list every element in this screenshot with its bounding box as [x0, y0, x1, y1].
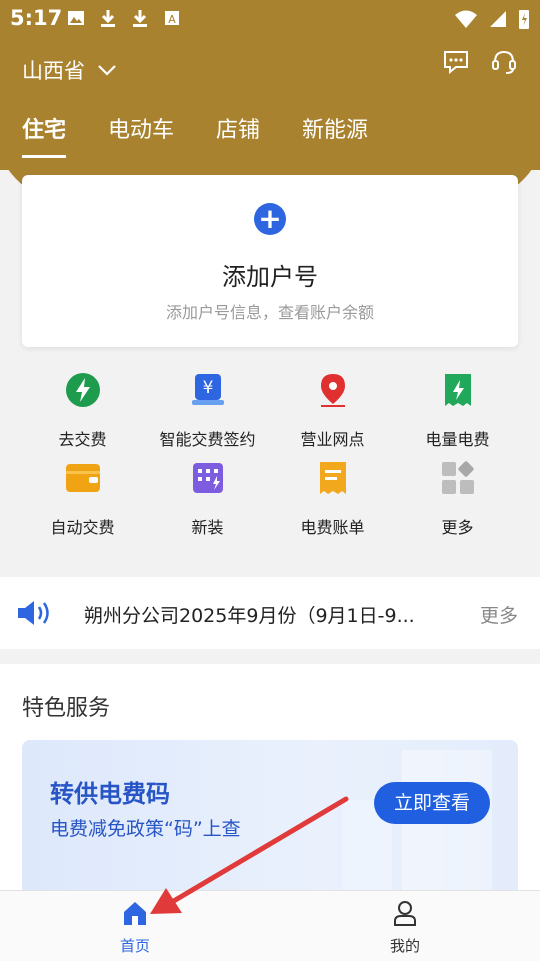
- profile-icon: [394, 901, 416, 926]
- notice-more-link[interactable]: 更多: [480, 601, 518, 628]
- service-label: 智能交费签约: [159, 430, 256, 449]
- status-notification-icons: A: [66, 8, 182, 28]
- promo-title: 转供电费码: [50, 780, 170, 808]
- status-system-icons: [454, 8, 530, 30]
- service-label: 新装: [191, 518, 224, 537]
- notice-bar[interactable]: 朔州分公司2025年9月份（9月1日-9... 更多: [0, 577, 540, 649]
- message-icon[interactable]: [442, 48, 470, 76]
- featured-services-section: 特色服务 转供电费码 电费减免政策“码”上查 立即查看: [0, 664, 540, 900]
- lightning-circle-icon: [65, 373, 100, 407]
- service-pay[interactable]: 去交费: [15, 372, 150, 450]
- customer-service-icon[interactable]: [490, 48, 518, 76]
- services-grid: 去交费 ¥ 智能交费签约 营业网点 电量电费 自动交费 新装 电费账单 更多: [0, 352, 540, 562]
- service-label: 更多: [441, 518, 474, 537]
- yen-card-icon: ¥: [191, 374, 224, 405]
- featured-services-title: 特色服务: [22, 696, 111, 721]
- wallet-icon: [65, 464, 100, 492]
- chevron-down-icon: [98, 65, 116, 76]
- status-bar: 5:17 A: [0, 0, 540, 36]
- header-actions: [442, 48, 518, 76]
- nav-mine-label: 我的: [389, 937, 420, 955]
- grid-more-icon: [441, 461, 474, 494]
- add-account-title: 添加户号: [222, 263, 318, 291]
- notice-text: 朔州分公司2025年9月份（9月1日-9...: [84, 605, 415, 627]
- svg-text:¥: ¥: [202, 378, 213, 398]
- lightning-receipt-icon: [444, 374, 471, 406]
- download-icon: [133, 10, 147, 27]
- location-pin-icon: [320, 374, 345, 407]
- status-time: 5:17: [10, 6, 63, 30]
- text-icon: A: [165, 11, 179, 26]
- tab-electric-vehicle[interactable]: 电动车: [108, 112, 174, 158]
- service-usage-fee[interactable]: 电量电费: [390, 372, 525, 450]
- tab-store[interactable]: 店铺: [216, 112, 260, 158]
- bottom-navigation: 首页 我的: [0, 890, 540, 961]
- nav-mine[interactable]: 我的: [355, 899, 455, 956]
- bill-icon: [319, 462, 346, 494]
- service-label: 去交费: [58, 430, 107, 449]
- service-label: 营业网点: [300, 430, 365, 449]
- service-new-install[interactable]: 新装: [140, 460, 275, 538]
- promo-banner[interactable]: 转供电费码 电费减免政策“码”上查 立即查看: [22, 740, 518, 900]
- speaker-icon: [18, 601, 49, 625]
- battery-icon: [519, 10, 529, 29]
- download-icon: [101, 10, 115, 27]
- service-label: 电费账单: [300, 518, 365, 537]
- svg-text:A: A: [168, 13, 176, 26]
- service-outlets[interactable]: 营业网点: [265, 372, 400, 450]
- tab-residential[interactable]: 住宅: [22, 112, 67, 158]
- service-label: 电量电费: [425, 430, 490, 449]
- plus-icon: +: [254, 203, 286, 235]
- service-smart-pay-contract[interactable]: ¥ 智能交费签约: [140, 372, 275, 450]
- image-icon: [68, 11, 84, 25]
- service-label: 自动交费: [50, 518, 115, 537]
- service-more[interactable]: 更多: [390, 460, 525, 538]
- nav-home-label: 首页: [119, 937, 150, 955]
- wifi-icon: [455, 10, 477, 28]
- service-auto-pay[interactable]: 自动交费: [15, 460, 150, 538]
- meter-icon: [192, 463, 223, 493]
- province-label: 山西省: [22, 59, 85, 83]
- service-bill[interactable]: 电费账单: [265, 460, 400, 538]
- promo-subtitle: 电费减免政策“码”上查: [50, 818, 241, 840]
- nav-home[interactable]: 首页: [85, 899, 185, 956]
- add-account-subtitle: 添加户号信息，查看账户余额: [165, 303, 374, 322]
- category-tabs: 住宅 电动车 店铺 新能源: [22, 112, 410, 158]
- home-icon: [124, 902, 146, 925]
- tab-new-energy[interactable]: 新能源: [302, 112, 368, 158]
- view-now-button[interactable]: 立即查看: [374, 782, 490, 824]
- signal-icon: [490, 11, 506, 27]
- province-selector[interactable]: 山西省: [22, 55, 117, 85]
- add-account-card[interactable]: + 添加户号 添加户号信息，查看账户余额: [22, 175, 518, 347]
